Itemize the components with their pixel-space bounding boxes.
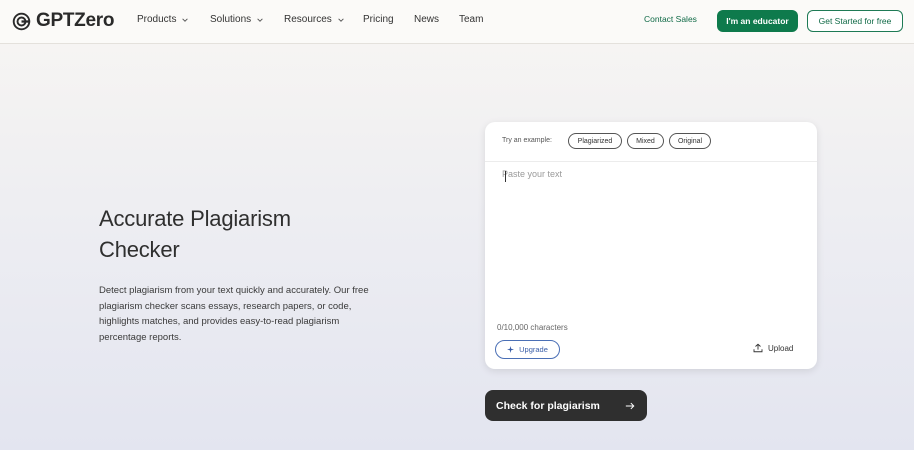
nav-item-team[interactable]: Team xyxy=(459,14,483,25)
example-mixed-button[interactable]: Mixed xyxy=(627,133,664,149)
contact-sales-link[interactable]: Contact Sales xyxy=(644,14,697,24)
hero-description-line: Detect plagiarism from your text quickly… xyxy=(99,285,369,296)
hero-description-line: highlights matches, and provides easy-to… xyxy=(99,316,340,327)
upload-label: Upload xyxy=(768,343,794,353)
nav-item-solutions[interactable]: Solutions xyxy=(210,14,264,25)
logo-text: GPTZero xyxy=(36,10,115,31)
example-bar: Try an example: Plagiarized Mixed Origin… xyxy=(485,122,817,162)
nav-item-label: Pricing xyxy=(363,14,394,25)
try-example-label: Try an example: xyxy=(502,137,552,144)
nav-item-pricing[interactable]: Pricing xyxy=(363,14,394,25)
nav-item-label: Solutions xyxy=(210,14,252,25)
top-navbar: GPTZero Products Solutions Resources Pri… xyxy=(0,0,914,44)
example-plagiarized-button[interactable]: Plagiarized xyxy=(568,133,622,149)
upload-button[interactable]: Upload xyxy=(753,343,793,353)
check-plagiarism-button[interactable]: Check for plagiarism xyxy=(485,390,647,421)
character-count: 0/10,000 characters xyxy=(497,323,568,332)
sparkle-icon xyxy=(507,346,515,353)
nav-item-label: Products xyxy=(137,14,177,25)
get-started-button[interactable]: Get Started for free xyxy=(807,10,903,32)
upgrade-label: Upgrade xyxy=(519,345,548,354)
chevron-down-icon xyxy=(338,17,344,22)
nav-item-label: Resources xyxy=(284,14,332,25)
check-plagiarism-label: Check for plagiarism xyxy=(496,399,600,412)
nav-item-resources[interactable]: Resources xyxy=(284,14,345,25)
text-cursor xyxy=(505,171,506,182)
nav-item-news[interactable]: News xyxy=(414,14,439,25)
plagiarism-checker-card: Try an example: Plagiarized Mixed Origin… xyxy=(485,122,817,369)
nav-item-label: News xyxy=(414,14,440,25)
upload-icon xyxy=(753,343,763,353)
nav-item-label: Team xyxy=(459,14,484,25)
educator-button[interactable]: I'm an educator xyxy=(717,10,798,32)
hero-description-line: percentage reports. xyxy=(99,331,182,343)
hero-title: Accurate Plagiarism Checker xyxy=(99,203,399,265)
gptzero-logo-icon xyxy=(12,12,31,30)
arrow-right-icon xyxy=(625,402,635,410)
text-input[interactable] xyxy=(502,169,802,319)
hero-description: Detect plagiarism from your text quickly… xyxy=(99,283,399,345)
logo[interactable]: GPTZero xyxy=(12,9,114,33)
example-original-button[interactable]: Original xyxy=(669,133,711,149)
nav-item-products[interactable]: Products xyxy=(137,14,189,25)
chevron-down-icon xyxy=(182,17,189,22)
upgrade-button[interactable]: Upgrade xyxy=(495,340,560,359)
hero-title-line: Checker xyxy=(99,237,180,262)
hero-description-line: plagiarism checker scans essays, researc… xyxy=(99,300,352,312)
chevron-down-icon xyxy=(257,17,263,22)
hero-title-line: Accurate Plagiarism xyxy=(99,206,291,231)
